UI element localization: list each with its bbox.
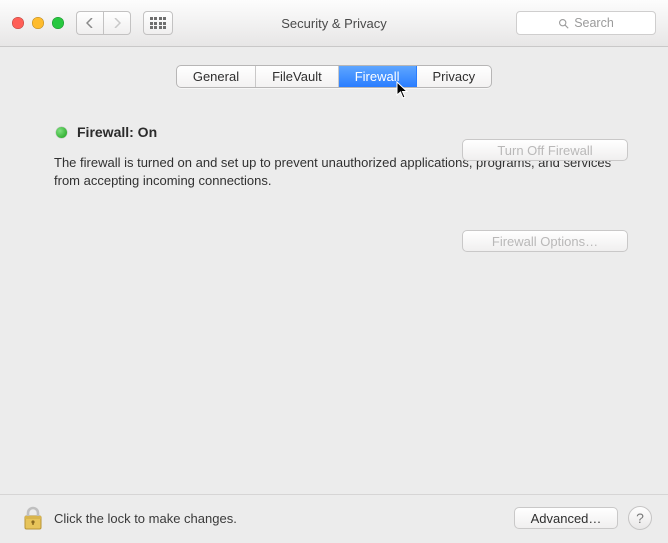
show-all-button[interactable]	[143, 11, 173, 35]
close-icon[interactable]	[12, 17, 24, 29]
chevron-left-icon	[86, 18, 94, 28]
tab-firewall[interactable]: Firewall	[339, 66, 417, 87]
tab-general[interactable]: General	[177, 66, 256, 87]
help-button[interactable]: ?	[628, 506, 652, 530]
tab-privacy[interactable]: Privacy	[417, 66, 492, 87]
forward-button[interactable]	[103, 11, 131, 35]
window-controls	[12, 17, 64, 29]
firewall-status-label: Firewall: On	[77, 124, 157, 140]
search-placeholder: Search	[574, 16, 614, 30]
titlebar: Security & Privacy Search	[0, 0, 668, 47]
status-indicator-icon	[56, 127, 67, 138]
turn-off-firewall-button[interactable]: Turn Off Firewall	[462, 139, 628, 161]
lock-hint: Click the lock to make changes.	[54, 511, 237, 526]
back-button[interactable]	[76, 11, 103, 35]
nav-buttons	[76, 11, 131, 35]
firewall-pane: Firewall: On Turn Off Firewall The firew…	[0, 102, 668, 494]
search-icon	[558, 18, 569, 29]
segmented-control: General FileVault Firewall Privacy	[176, 65, 492, 88]
firewall-options-button[interactable]: Firewall Options…	[462, 230, 628, 252]
preferences-window: Security & Privacy Search General FileVa…	[0, 0, 668, 543]
lock-icon[interactable]	[22, 505, 44, 531]
footer: Click the lock to make changes. Advanced…	[0, 494, 668, 543]
search-field[interactable]: Search	[516, 11, 656, 35]
chevron-right-icon	[113, 18, 121, 28]
tabs: General FileVault Firewall Privacy	[0, 47, 668, 102]
tab-filevault[interactable]: FileVault	[256, 66, 339, 87]
question-icon: ?	[636, 510, 644, 526]
grid-icon	[150, 17, 167, 29]
advanced-button[interactable]: Advanced…	[514, 507, 618, 529]
zoom-icon[interactable]	[52, 17, 64, 29]
minimize-icon[interactable]	[32, 17, 44, 29]
